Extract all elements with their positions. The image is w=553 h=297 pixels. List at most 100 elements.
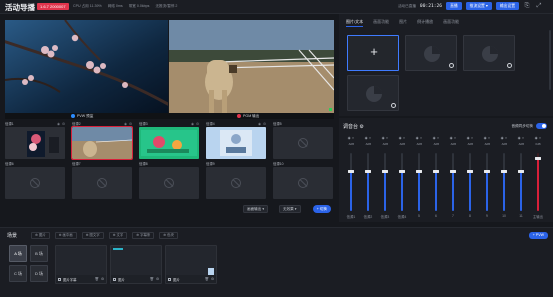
scene-c-button[interactable]: C 场	[9, 265, 27, 282]
transition-select[interactable]: 无效果 ▾	[279, 205, 301, 213]
gear-icon[interactable]: ⚙	[263, 122, 266, 126]
mute-icon[interactable]: ◉	[433, 136, 436, 140]
source-thumbnail[interactable]	[5, 127, 65, 159]
source-tile[interactable]: 信源8	[139, 161, 199, 199]
source-tile[interactable]: 信源1 ◉ ⚙	[5, 121, 65, 159]
trash-icon[interactable]: 🗑	[95, 277, 99, 281]
source-tile[interactable]: 信源4 ◉ ⚙	[206, 121, 266, 159]
volume-slider[interactable]	[501, 153, 507, 211]
tab-image[interactable]: 图片	[399, 19, 407, 27]
volume-slider[interactable]	[535, 153, 541, 211]
gear-icon[interactable]: ⚙	[196, 122, 199, 126]
headphone-icon[interactable]: ∩	[386, 136, 389, 140]
trash-icon[interactable]: 🗑	[205, 277, 209, 281]
tab-countdown[interactable]: 倒计播放	[417, 19, 433, 27]
mute-icon[interactable]: ◉	[382, 136, 385, 140]
screenshot-icon[interactable]: ⎘	[523, 2, 531, 10]
mute-icon[interactable]: ◉	[365, 136, 368, 140]
delete-icon[interactable]	[507, 63, 512, 68]
pgm-monitor[interactable]	[169, 20, 334, 113]
scene-layer-card[interactable]: 图片 🗑 ⚙	[110, 245, 162, 284]
live-button[interactable]: 直播	[446, 2, 462, 10]
volume-handle[interactable]	[348, 170, 354, 173]
source-thumbnail[interactable]	[273, 167, 333, 199]
volume-slider[interactable]	[518, 153, 524, 211]
eye-icon[interactable]: ◉	[57, 122, 60, 126]
source-tile[interactable]: 信源10	[273, 161, 333, 199]
eye-icon[interactable]: ◉	[191, 122, 194, 126]
asset-card[interactable]	[405, 35, 457, 71]
tab-screen-function-2[interactable]: 画面功能	[443, 19, 459, 27]
layer-checkbox[interactable]	[113, 277, 116, 281]
gear-icon[interactable]: ⚙	[156, 277, 159, 281]
layout-select[interactable]: 画面输出 ▾	[243, 205, 269, 213]
add-asset-card[interactable]: +	[347, 35, 399, 71]
chip-pip[interactable]: ⊕ 画中画	[54, 232, 77, 239]
source-thumbnail[interactable]	[139, 127, 199, 159]
gear-icon[interactable]: ⚙	[62, 122, 65, 126]
volume-slider[interactable]	[382, 153, 388, 211]
volume-slider[interactable]	[467, 153, 473, 211]
volume-handle[interactable]	[365, 170, 371, 173]
chip-text[interactable]: ⊕ 文字	[108, 232, 128, 239]
volume-slider[interactable]	[348, 153, 354, 211]
scene-layer-card[interactable]: 图片字幕 🗑 ⚙	[55, 245, 107, 284]
volume-slider[interactable]	[433, 153, 439, 211]
chip-color-block[interactable]: ⊕ 色块	[159, 232, 178, 239]
headphone-icon[interactable]: ∩	[522, 136, 525, 140]
volume-handle[interactable]	[450, 170, 456, 173]
eye-icon[interactable]: ◉	[258, 122, 261, 126]
volume-slider[interactable]	[450, 153, 456, 211]
switch-button[interactable]: + 切换	[312, 205, 331, 213]
scene-a-button[interactable]: A 场	[9, 245, 27, 262]
gear-icon[interactable]: ⚙	[129, 122, 132, 126]
mute-icon[interactable]: ◉	[348, 136, 351, 140]
right-scrollbar[interactable]	[549, 30, 551, 90]
source-thumbnail[interactable]	[206, 167, 266, 199]
volume-handle[interactable]	[416, 170, 422, 173]
source-thumbnail[interactable]	[72, 167, 132, 199]
volume-slider[interactable]	[416, 153, 422, 211]
mute-icon[interactable]: ◉	[535, 136, 538, 140]
mute-icon[interactable]: ◉	[467, 136, 470, 140]
source-tile[interactable]: 信源2 ◉ ⚙	[71, 121, 133, 160]
volume-slider[interactable]	[484, 153, 490, 211]
delete-icon[interactable]	[449, 63, 454, 68]
volume-handle[interactable]	[433, 170, 439, 173]
volume-handle[interactable]	[535, 157, 541, 160]
scene-d-button[interactable]: D 场	[30, 265, 48, 282]
headphone-icon[interactable]: ∩	[488, 136, 491, 140]
volume-handle[interactable]	[382, 170, 388, 173]
headphone-icon[interactable]: ∩	[369, 136, 372, 140]
headphone-icon[interactable]: ∩	[539, 136, 542, 140]
scene-b-button[interactable]: B 场	[30, 245, 48, 262]
source-tile[interactable]: 信源6	[5, 161, 65, 199]
source-tile[interactable]: 信源9	[206, 161, 266, 199]
gear-icon[interactable]: ⚙	[211, 277, 214, 281]
volume-handle[interactable]	[501, 170, 507, 173]
mute-icon[interactable]: ◉	[501, 136, 504, 140]
tab-image-text[interactable]: 图片/文本	[346, 19, 364, 27]
source-thumbnail[interactable]	[139, 167, 199, 199]
source-thumbnail[interactable]	[206, 127, 266, 159]
audio-sync-toggle[interactable]	[536, 123, 547, 129]
volume-handle[interactable]	[518, 170, 524, 173]
mute-icon[interactable]: ◉	[416, 136, 419, 140]
settings-icon[interactable]: ⚙	[359, 124, 363, 130]
layer-checkbox[interactable]	[58, 277, 61, 281]
headphone-icon[interactable]: ∩	[437, 136, 440, 140]
tab-screen-function[interactable]: 画面功能	[373, 19, 389, 27]
volume-slider[interactable]	[365, 153, 371, 211]
mute-icon[interactable]: ◉	[518, 136, 521, 140]
source-tile[interactable]: 信源7	[72, 161, 132, 199]
asset-card[interactable]	[463, 35, 515, 71]
mute-icon[interactable]: ◉	[484, 136, 487, 140]
headphone-icon[interactable]: ∩	[471, 136, 474, 140]
headphone-icon[interactable]: ∩	[505, 136, 508, 140]
gear-icon[interactable]: ⚙	[101, 277, 104, 281]
delete-icon[interactable]	[391, 103, 396, 108]
layer-checkbox[interactable]	[168, 277, 171, 281]
source-thumbnail[interactable]	[273, 127, 333, 159]
pvw-monitor[interactable]	[5, 20, 168, 113]
volume-handle[interactable]	[399, 170, 405, 173]
